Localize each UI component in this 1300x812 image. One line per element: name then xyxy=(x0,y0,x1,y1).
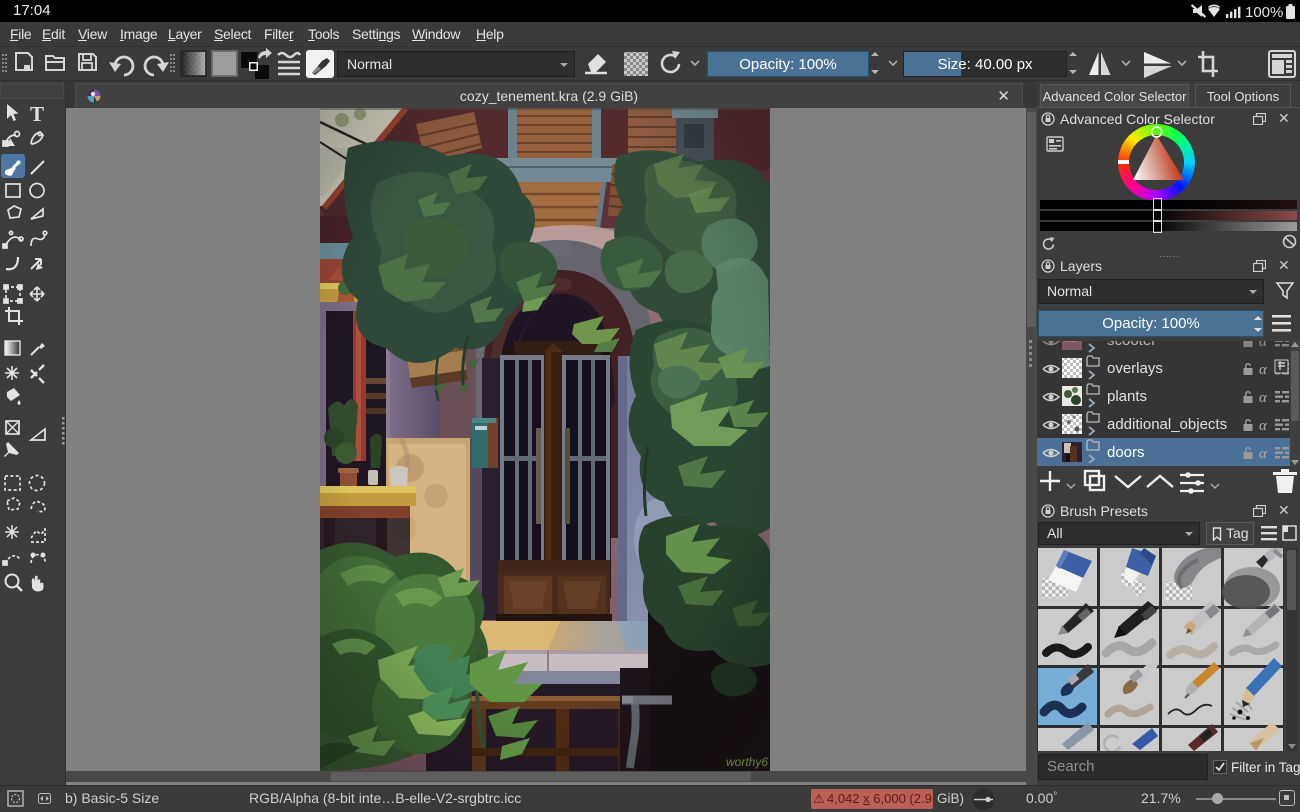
svg-text:T: T xyxy=(30,102,44,126)
svg-text:plants: plants xyxy=(1107,388,1147,405)
svg-text:overlays: overlays xyxy=(1107,360,1163,377)
svg-text:doors: doors xyxy=(1107,444,1145,461)
svg-text:additional_objects: additional_objects xyxy=(1107,416,1227,433)
svg-text:100%: 100% xyxy=(1245,4,1283,20)
svg-text:scooter: scooter xyxy=(1107,341,1156,349)
